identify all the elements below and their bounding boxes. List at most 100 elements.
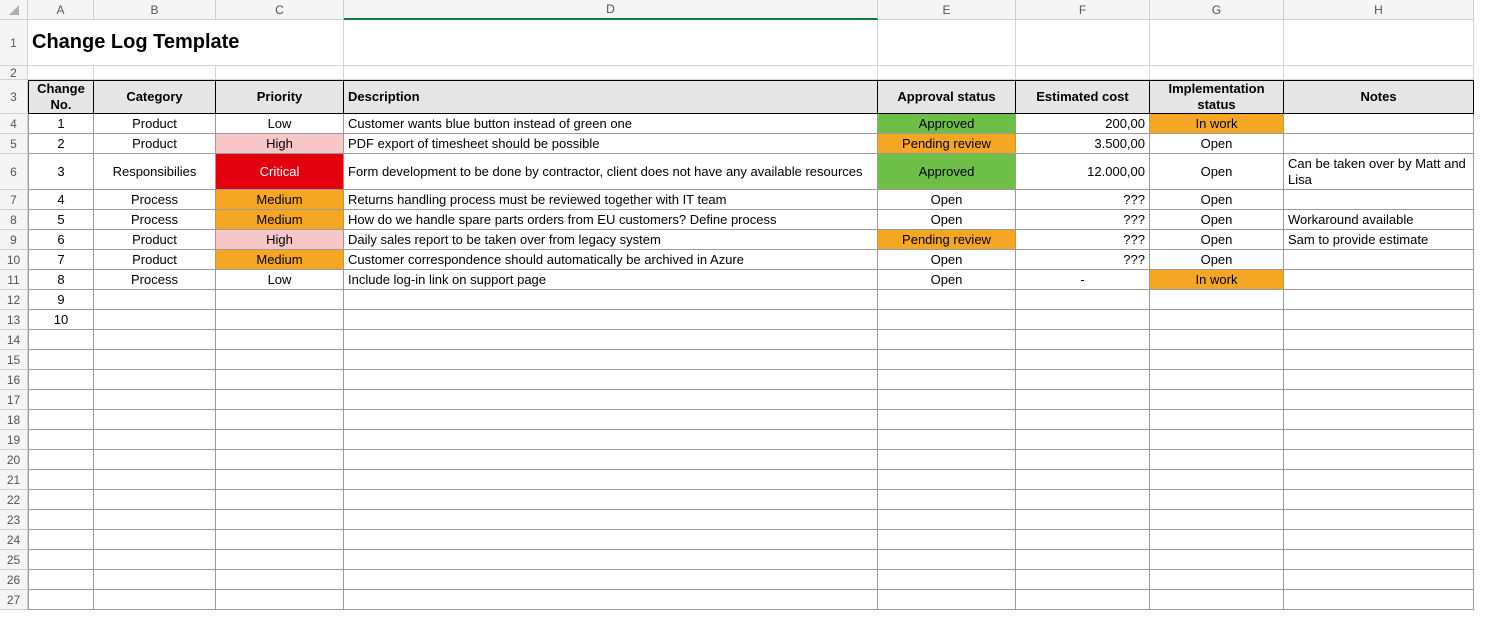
row-head-12[interactable]: 12 — [0, 290, 28, 310]
cell[interactable] — [878, 510, 1016, 530]
cell[interactable] — [94, 490, 216, 510]
cell[interactable] — [1150, 510, 1284, 530]
cell[interactable] — [878, 390, 1016, 410]
cell[interactable] — [94, 66, 216, 80]
cell[interactable] — [1284, 330, 1474, 350]
cell[interactable] — [216, 390, 344, 410]
cell[interactable] — [94, 530, 216, 550]
cell[interactable] — [1284, 570, 1474, 590]
cell[interactable] — [28, 470, 94, 490]
cell[interactable] — [1150, 66, 1284, 80]
cell-approval[interactable] — [878, 310, 1016, 330]
cell-impl[interactable] — [1150, 290, 1284, 310]
cell-priority[interactable] — [216, 290, 344, 310]
cell-desc[interactable]: Customer wants blue button instead of gr… — [344, 114, 878, 134]
cell[interactable] — [216, 530, 344, 550]
cell[interactable] — [1150, 370, 1284, 390]
cell[interactable] — [28, 590, 94, 610]
cell[interactable] — [344, 470, 878, 490]
cell[interactable] — [1284, 430, 1474, 450]
row-head-16[interactable]: 16 — [0, 370, 28, 390]
cell[interactable] — [94, 470, 216, 490]
cell[interactable] — [1150, 490, 1284, 510]
cell[interactable] — [94, 550, 216, 570]
cell[interactable] — [344, 590, 878, 610]
cell[interactable] — [28, 510, 94, 530]
cell-cost[interactable]: 200,00 — [1016, 114, 1150, 134]
cell[interactable] — [1284, 410, 1474, 430]
cell[interactable] — [28, 390, 94, 410]
cell[interactable] — [94, 370, 216, 390]
cell-notes[interactable] — [1284, 114, 1474, 134]
cell[interactable] — [1284, 490, 1474, 510]
cell[interactable] — [216, 490, 344, 510]
cell-impl[interactable]: Open — [1150, 134, 1284, 154]
cell-priority[interactable]: Medium — [216, 190, 344, 210]
cell-no[interactable]: 1 — [28, 114, 94, 134]
row-head-4[interactable]: 4 — [0, 114, 28, 134]
cell-notes[interactable] — [1284, 250, 1474, 270]
th-notes[interactable]: Notes — [1284, 80, 1474, 114]
th-impl[interactable]: Implementation status — [1150, 80, 1284, 114]
cell[interactable] — [94, 390, 216, 410]
select-all-corner[interactable] — [0, 0, 28, 20]
row-head-22[interactable]: 22 — [0, 490, 28, 510]
row-head-18[interactable]: 18 — [0, 410, 28, 430]
cell-approval[interactable] — [878, 290, 1016, 310]
cell[interactable] — [1284, 370, 1474, 390]
row-head-26[interactable]: 26 — [0, 570, 28, 590]
cell-cost[interactable]: ??? — [1016, 230, 1150, 250]
cell-no[interactable]: 4 — [28, 190, 94, 210]
cell[interactable] — [878, 66, 1016, 80]
cell[interactable] — [216, 510, 344, 530]
row-head-1[interactable]: 1 — [0, 20, 28, 66]
row-head-20[interactable]: 20 — [0, 450, 28, 470]
cell[interactable] — [1016, 20, 1150, 66]
cell[interactable] — [344, 330, 878, 350]
cell-notes[interactable]: Sam to provide estimate — [1284, 230, 1474, 250]
cell-category[interactable]: Product — [94, 250, 216, 270]
col-head-F[interactable]: F — [1016, 0, 1150, 20]
cell-impl[interactable]: In work — [1150, 270, 1284, 290]
cell[interactable] — [1016, 510, 1150, 530]
cell[interactable] — [1284, 530, 1474, 550]
cell-approval[interactable]: Open — [878, 190, 1016, 210]
row-head-8[interactable]: 8 — [0, 210, 28, 230]
cell[interactable] — [1150, 470, 1284, 490]
col-head-H[interactable]: H — [1284, 0, 1474, 20]
cell-cost[interactable]: ??? — [1016, 210, 1150, 230]
cell[interactable] — [1150, 350, 1284, 370]
cell-category[interactable]: Responsibilies — [94, 154, 216, 190]
cell-cost[interactable]: - — [1016, 270, 1150, 290]
cell[interactable] — [94, 590, 216, 610]
cell[interactable] — [878, 590, 1016, 610]
cell[interactable] — [94, 430, 216, 450]
cell[interactable] — [1016, 530, 1150, 550]
th-description[interactable]: Description — [344, 80, 878, 114]
cell-no[interactable]: 2 — [28, 134, 94, 154]
cell[interactable] — [1150, 590, 1284, 610]
cell[interactable] — [216, 410, 344, 430]
cell-no[interactable]: 5 — [28, 210, 94, 230]
cell[interactable] — [878, 570, 1016, 590]
row-head-2[interactable]: 2 — [0, 66, 28, 80]
cell[interactable] — [28, 570, 94, 590]
row-head-21[interactable]: 21 — [0, 470, 28, 490]
cell[interactable] — [1150, 390, 1284, 410]
spreadsheet-grid[interactable]: A B C D E F G H 1 Change Log Template 2 … — [0, 0, 1500, 610]
cell[interactable] — [94, 510, 216, 530]
cell[interactable] — [28, 410, 94, 430]
th-priority[interactable]: Priority — [216, 80, 344, 114]
cell-priority[interactable]: Medium — [216, 210, 344, 230]
cell[interactable] — [878, 330, 1016, 350]
cell[interactable] — [878, 20, 1016, 66]
cell[interactable] — [1150, 570, 1284, 590]
col-head-E[interactable]: E — [878, 0, 1016, 20]
cell-category[interactable]: Process — [94, 210, 216, 230]
cell[interactable] — [1016, 330, 1150, 350]
cell[interactable] — [1284, 590, 1474, 610]
cell-no[interactable]: 3 — [28, 154, 94, 190]
cell-priority[interactable]: High — [216, 230, 344, 250]
cell[interactable] — [878, 490, 1016, 510]
cell[interactable] — [878, 430, 1016, 450]
